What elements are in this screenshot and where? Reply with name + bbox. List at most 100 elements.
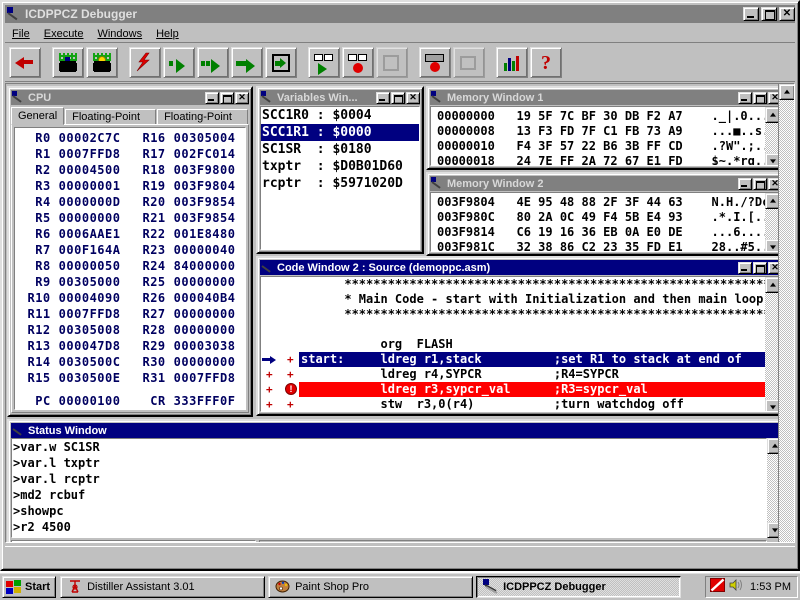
command-input[interactable] (11, 540, 256, 543)
register-value[interactable]: 003F9854 (174, 211, 245, 225)
variable-row[interactable]: rcptr : $5971020D (261, 175, 419, 192)
no-entry-icon[interactable] (710, 578, 725, 595)
executable-line-marker-icon[interactable]: + (283, 367, 299, 382)
speaker-icon[interactable] (729, 578, 744, 595)
variables-window-titlebar[interactable]: Variables Win... ✕ (260, 90, 420, 105)
status-log[interactable]: >var.w SC1SR>var.l txptr>var.l rcptr>md2… (11, 438, 767, 538)
tab-floating-point-1[interactable]: Floating-Point (1) (65, 109, 156, 125)
application-titlebar[interactable]: ICDPPCZ Debugger ✕ (5, 5, 795, 23)
line-marker-icon[interactable]: + (261, 382, 283, 397)
register-value[interactable]: 00305004 (174, 131, 245, 145)
mdi-scroll-up-button[interactable] (779, 84, 795, 100)
special-register-row[interactable]: MSR00000000XERA000123F (15, 409, 245, 410)
reset-button[interactable] (129, 47, 161, 78)
variable-row[interactable]: SCC1R0 : $0004 (261, 107, 419, 124)
register-value[interactable]: 00305000 (59, 275, 130, 289)
program-counter-arrow-icon[interactable] (261, 352, 283, 367)
code-gutter-right[interactable] (283, 292, 299, 307)
memory-window-1[interactable]: Memory Window 1 ✕ 00000000 19 5F 7C BF 3… (426, 86, 786, 170)
register-value[interactable]: 003F9804 (174, 179, 245, 193)
register-value[interactable]: 000F164A (59, 243, 130, 257)
special-register-row[interactable]: PC00000100CR333FFF0F (15, 393, 245, 409)
code-maximize-button[interactable] (753, 262, 767, 274)
register-row[interactable]: R110007FFD8R2700000000 (15, 306, 245, 322)
register-value[interactable]: 0007FFD8 (174, 371, 245, 385)
line-marker-icon[interactable]: + (261, 397, 283, 411)
memory-2-maximize-button[interactable] (753, 178, 767, 190)
run-to-cursor-button[interactable] (265, 47, 297, 78)
register-value[interactable]: 003F9800 (174, 163, 245, 177)
variable-row[interactable]: txptr : $D0B01D60 (261, 158, 419, 175)
register-value[interactable]: 00004090 (59, 291, 130, 305)
tab-general[interactable]: General (11, 107, 64, 125)
memory-1-minimize-button[interactable] (738, 92, 752, 104)
memory-2-rows[interactable]: 003F9804 4E 95 48 88 2F 3F 44 63 N.H./?D… (431, 193, 765, 251)
register-value[interactable]: 0006AAE1 (59, 227, 130, 241)
register-value[interactable]: 000040B4 (174, 291, 245, 305)
variables-close-button[interactable]: ✕ (406, 92, 420, 104)
code-window-titlebar[interactable]: Code Window 2 : Source (demoppc.asm) ✕ (260, 260, 782, 275)
code-gutter-left[interactable] (261, 337, 283, 352)
register-row[interactable]: R900305000R2500000000 (15, 274, 245, 290)
code-window[interactable]: Code Window 2 : Source (demoppc.asm) ✕ *… (256, 256, 786, 416)
register-value[interactable]: 00000000 (59, 211, 130, 225)
code-line[interactable]: * Main Code - start with Initialization … (261, 292, 765, 307)
register-value[interactable]: 00000001 (59, 179, 130, 193)
executable-line-marker-icon[interactable]: + (283, 352, 299, 367)
register-row[interactable]: R40000000DR20003F9854 (15, 194, 245, 210)
register-value[interactable]: 0007FFD8 (59, 307, 130, 321)
taskbar-item-icdppcz-debugger[interactable]: ICDPPCZ Debugger (476, 576, 681, 598)
register-value[interactable]: 00000000 (174, 355, 245, 369)
tab-floating-point-2[interactable]: Floating-Point (2) (157, 109, 248, 125)
code-line[interactable]: ****************************************… (261, 277, 765, 292)
status-window-titlebar[interactable]: Status Window (11, 423, 783, 438)
variables-list[interactable]: SCC1R0 : $0004SCC1R1 : $0000SC1SR : $018… (260, 106, 420, 250)
register-row[interactable]: R200004500R18003F9800 (15, 162, 245, 178)
close-button[interactable]: ✕ (779, 7, 795, 21)
cpu-window-titlebar[interactable]: CPU ✕ (11, 90, 249, 105)
go-button[interactable] (231, 47, 263, 78)
register-row[interactable]: R1000004090R26000040B4 (15, 290, 245, 306)
code-gutter-left[interactable] (261, 322, 283, 337)
register-row[interactable]: R800000050R2484000000 (15, 258, 245, 274)
register-row[interactable]: R300000001R19003F9804 (15, 178, 245, 194)
menu-item-execute[interactable]: Execute (37, 26, 91, 42)
memory-row[interactable]: 00000008 13 F3 FD 7F C1 FB 73 A9 ...■..s… (431, 124, 765, 139)
register-value[interactable]: 0007FFD8 (59, 147, 130, 161)
code-gutter-left[interactable] (261, 277, 283, 292)
register-value[interactable]: 00003038 (174, 339, 245, 353)
memory-1-maximize-button[interactable] (753, 92, 767, 104)
cpu-window[interactable]: CPU ✕ General Floating-Point (1) Floatin… (7, 86, 253, 417)
variable-row[interactable]: SCC1R1 : $0000 (261, 124, 419, 141)
register-value[interactable]: 000047D8 (59, 339, 130, 353)
menu-item-file[interactable]: File (5, 26, 37, 42)
maximize-button[interactable] (761, 7, 777, 21)
register-row[interactable]: R140030500CR3000000000 (15, 354, 245, 370)
breakpoint-icon[interactable]: ! (283, 382, 299, 397)
menu-item-windows[interactable]: Windows (90, 26, 149, 42)
minimize-button[interactable] (743, 7, 759, 21)
code-line[interactable]: +! ldreg r3,sypcr_val ;R3=sypcr_val (261, 382, 765, 397)
register-value[interactable]: 0000000D (59, 195, 130, 209)
register-row[interactable]: R150030500ER310007FFD8 (15, 370, 245, 386)
register-value[interactable]: 00000100 (59, 394, 130, 408)
register-value[interactable]: 84000000 (174, 259, 245, 273)
register-value[interactable]: 003F9854 (174, 195, 245, 209)
code-line[interactable]: ++ ldreg r4,SYPCR ;R4=SYPCR (261, 367, 765, 382)
status-window[interactable]: Status Window >var.w SC1SR>var.l txptr>v… (7, 419, 787, 543)
variables-minimize-button[interactable] (376, 92, 390, 104)
memory-row[interactable]: 00000000 19 5F 7C BF 30 DB F2 A7 ._|.0..… (431, 109, 765, 124)
code-gutter-left[interactable] (261, 292, 283, 307)
taskbar-item-distiller[interactable]: Distiller Assistant 3.01 (60, 576, 265, 598)
chart-button[interactable] (496, 47, 528, 78)
memory-row[interactable]: 003F9814 C6 19 16 36 EB 0A E0 DE ...6...… (431, 225, 765, 240)
register-row[interactable]: R500000000R21003F9854 (15, 210, 245, 226)
code-gutter-right[interactable] (283, 277, 299, 292)
register-value[interactable]: 00000000 (174, 275, 245, 289)
memory-2-titlebar[interactable]: Memory Window 2 ✕ (430, 176, 782, 191)
step-over-button[interactable] (197, 47, 229, 78)
memory-1-rows[interactable]: 00000000 19 5F 7C BF 30 DB F2 A7 ._|.0..… (431, 107, 765, 165)
register-value[interactable]: 001E8480 (174, 227, 245, 241)
register-value[interactable]: 002FC014 (174, 147, 245, 161)
memory-row[interactable]: 00000018 24 7E FF 2A 72 67 E1 FD $~.*rg.… (431, 154, 765, 165)
